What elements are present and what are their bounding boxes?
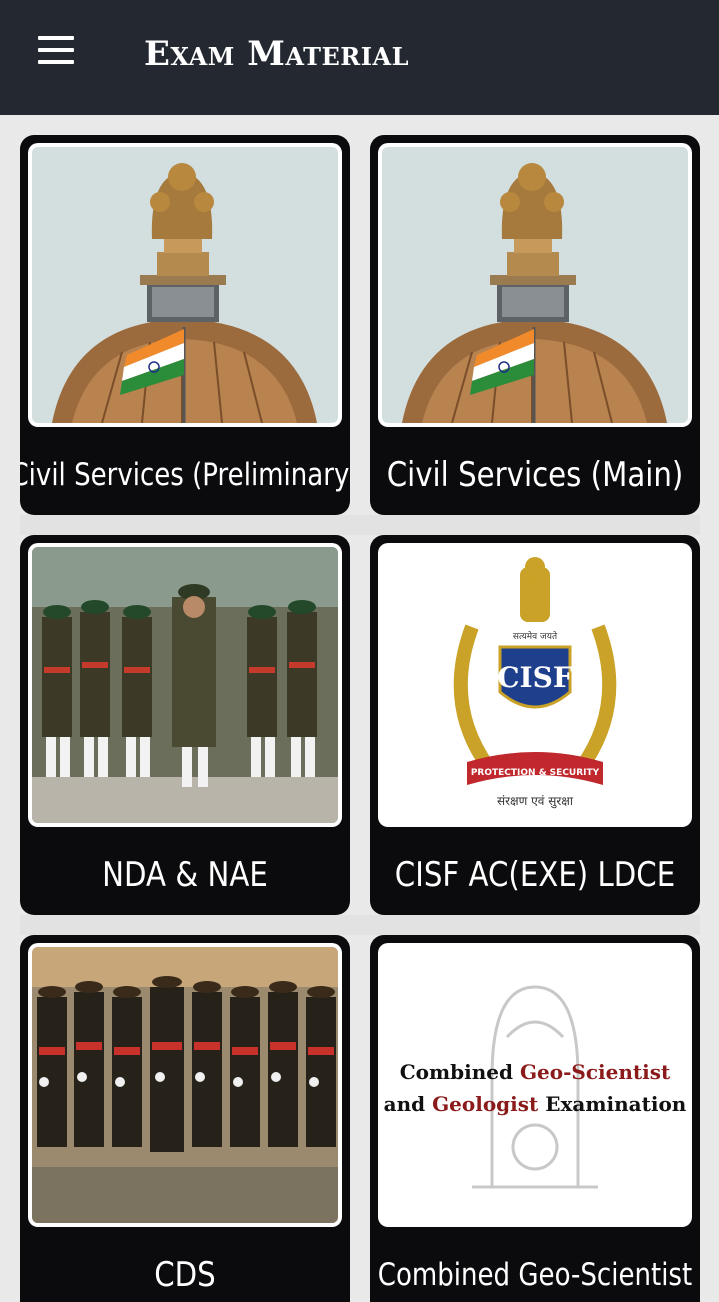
row-divider: [20, 515, 700, 535]
emblem-dome-flag-image: [378, 143, 692, 427]
hamburger-menu-icon[interactable]: [36, 36, 76, 66]
cisf-ribbon: PROTECTION & SECURITY: [471, 768, 600, 778]
app-bar: Exam Material: [0, 0, 719, 115]
app-title: Exam Material: [144, 34, 409, 74]
card-label: CISF AC(EXE) LDCE: [394, 855, 676, 895]
geo-line-2: and Geologist Examination: [384, 1092, 687, 1116]
geo-line-1: Combined Geo-Scientist: [400, 1060, 671, 1084]
cisf-ribbon-hindi: संरक्षण एवं सुरक्षा: [497, 794, 574, 809]
row-divider: [20, 915, 700, 935]
emblem-dome-flag-image: [28, 143, 342, 427]
card-label: Civil Services (Main): [386, 455, 684, 495]
army-parade-image: [28, 543, 342, 827]
card-civil-services-main[interactable]: Civil Services (Main): [370, 135, 700, 515]
cisf-motto: सत्यमेव जयते: [513, 630, 558, 642]
card-combined-geo-scientist[interactable]: Combined Geo-Scientist and Geologist Exa…: [370, 935, 700, 1302]
geo-scientist-exam-image: Combined Geo-Scientist and Geologist Exa…: [378, 943, 692, 1227]
card-label: Civil Services (Preliminary): [20, 457, 350, 493]
cisf-abbr: CISF: [497, 661, 573, 694]
card-label: NDA & NAE: [102, 855, 268, 895]
card-cds[interactable]: CDS: [20, 935, 350, 1302]
card-label: CDS: [154, 1255, 216, 1295]
card-nda-nae[interactable]: NDA & NAE: [20, 535, 350, 915]
army-parade-image: [28, 943, 342, 1227]
card-label: Combined Geo-Scientist: [377, 1257, 693, 1293]
card-civil-services-preliminary[interactable]: Civil Services (Preliminary): [20, 135, 350, 515]
exam-grid: Civil Services (Preliminary) Civil Servi…: [20, 135, 700, 1302]
card-cisf-ac-exe-ldce[interactable]: सत्यमेव जयते CISF PROTECTION & SECURITY …: [370, 535, 700, 915]
cisf-logo-image: सत्यमेव जयते CISF PROTECTION & SECURITY …: [378, 543, 692, 827]
